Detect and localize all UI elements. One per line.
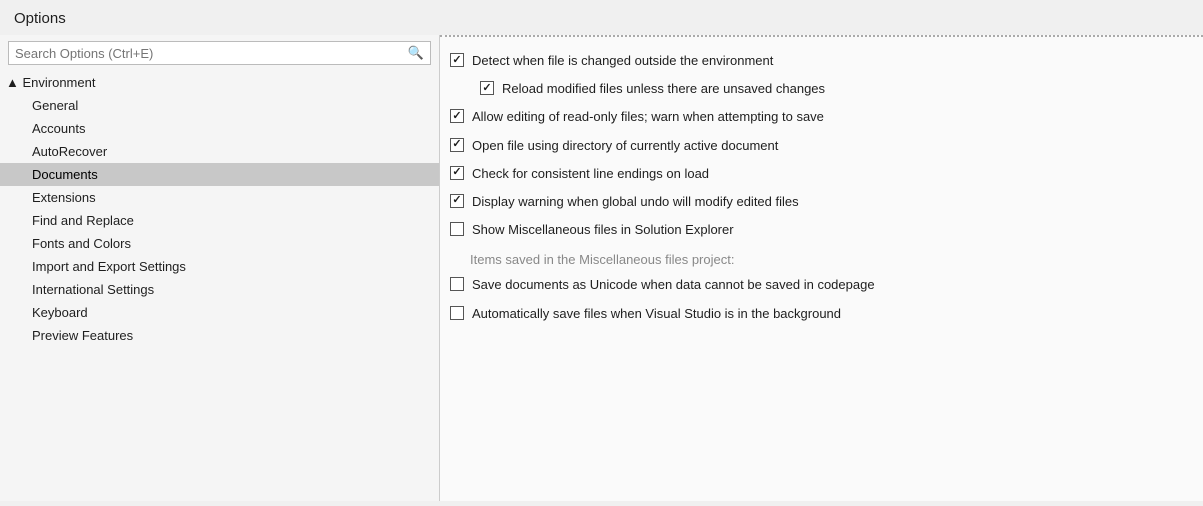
option-row-detect-change[interactable]: Detect when file is changed outside the … [450,47,1183,75]
left-panel: 🔍 ▲ EnvironmentGeneralAccountsAutoRecove… [0,35,440,501]
option-label-open-file-dir: Open file using directory of currently a… [472,137,778,155]
checkbox-check-line-endings[interactable] [450,166,464,180]
option-label-check-line-endings: Check for consistent line endings on loa… [472,165,709,183]
checkbox-inner-open-file-dir [450,138,464,152]
option-label-display-warning: Display warning when global undo will mo… [472,193,799,211]
checkbox-open-file-dir[interactable] [450,138,464,152]
tree-item-fontscolors[interactable]: Fonts and Colors [0,232,439,255]
checkbox-inner-save-unicode [450,277,464,291]
option-row-auto-save[interactable]: Automatically save files when Visual Stu… [450,300,1183,328]
checkbox-auto-save[interactable] [450,306,464,320]
checkbox-inner-allow-editing [450,109,464,123]
option-label-allow-editing: Allow editing of read-only files; warn w… [472,108,824,126]
page-title: Options [0,0,1203,35]
option-row-open-file-dir[interactable]: Open file using directory of currently a… [450,132,1183,160]
option-row-show-misc[interactable]: Show Miscellaneous files in Solution Exp… [450,216,1183,244]
checkbox-display-warning[interactable] [450,194,464,208]
option-row-save-unicode[interactable]: Save documents as Unicode when data cann… [450,271,1183,299]
right-panel: Detect when file is changed outside the … [440,35,1203,501]
checkbox-reload-modified[interactable] [480,81,494,95]
tree-container: ▲ EnvironmentGeneralAccountsAutoRecoverD… [0,71,439,501]
option-row-display-warning[interactable]: Display warning when global undo will mo… [450,188,1183,216]
checkbox-inner-show-misc [450,222,464,236]
option-row-allow-editing[interactable]: Allow editing of read-only files; warn w… [450,103,1183,131]
tree-item-autorecover[interactable]: AutoRecover [0,140,439,163]
option-row-check-line-endings[interactable]: Check for consistent line endings on loa… [450,160,1183,188]
options-list: Detect when file is changed outside the … [450,47,1183,328]
option-label-auto-save: Automatically save files when Visual Stu… [472,305,841,323]
tree-item-extensions[interactable]: Extensions [0,186,439,209]
checkbox-inner-display-warning [450,194,464,208]
tree-item-preview[interactable]: Preview Features [0,324,439,347]
checkbox-inner-check-line-endings [450,166,464,180]
tree-item-accounts[interactable]: Accounts [0,117,439,140]
checkbox-detect-change[interactable] [450,53,464,67]
option-label-save-unicode: Save documents as Unicode when data cann… [472,276,875,294]
tree-item-documents[interactable]: Documents [0,163,439,186]
tree-item-keyboard[interactable]: Keyboard [0,301,439,324]
option-label-reload-modified: Reload modified files unless there are u… [502,80,825,98]
option-label-detect-change: Detect when file is changed outside the … [472,52,773,70]
tree-item-international[interactable]: International Settings [0,278,439,301]
checkbox-show-misc[interactable] [450,222,464,236]
tree-item-general[interactable]: General [0,94,439,117]
search-input[interactable] [15,46,408,61]
tree-item-environment[interactable]: ▲ Environment [0,71,439,94]
option-row-reload-modified[interactable]: Reload modified files unless there are u… [450,75,1183,103]
checkbox-inner-auto-save [450,306,464,320]
tree-item-findreplace[interactable]: Find and Replace [0,209,439,232]
section-label: Items saved in the Miscellaneous files p… [450,244,1183,271]
option-label-show-misc: Show Miscellaneous files in Solution Exp… [472,221,734,239]
search-icon: 🔍 [408,45,424,61]
checkbox-inner-detect-change [450,53,464,67]
tree-item-importexport[interactable]: Import and Export Settings [0,255,439,278]
checkbox-save-unicode[interactable] [450,277,464,291]
checkbox-allow-editing[interactable] [450,109,464,123]
checkbox-inner-reload-modified [480,81,494,95]
search-box[interactable]: 🔍 [8,41,431,65]
